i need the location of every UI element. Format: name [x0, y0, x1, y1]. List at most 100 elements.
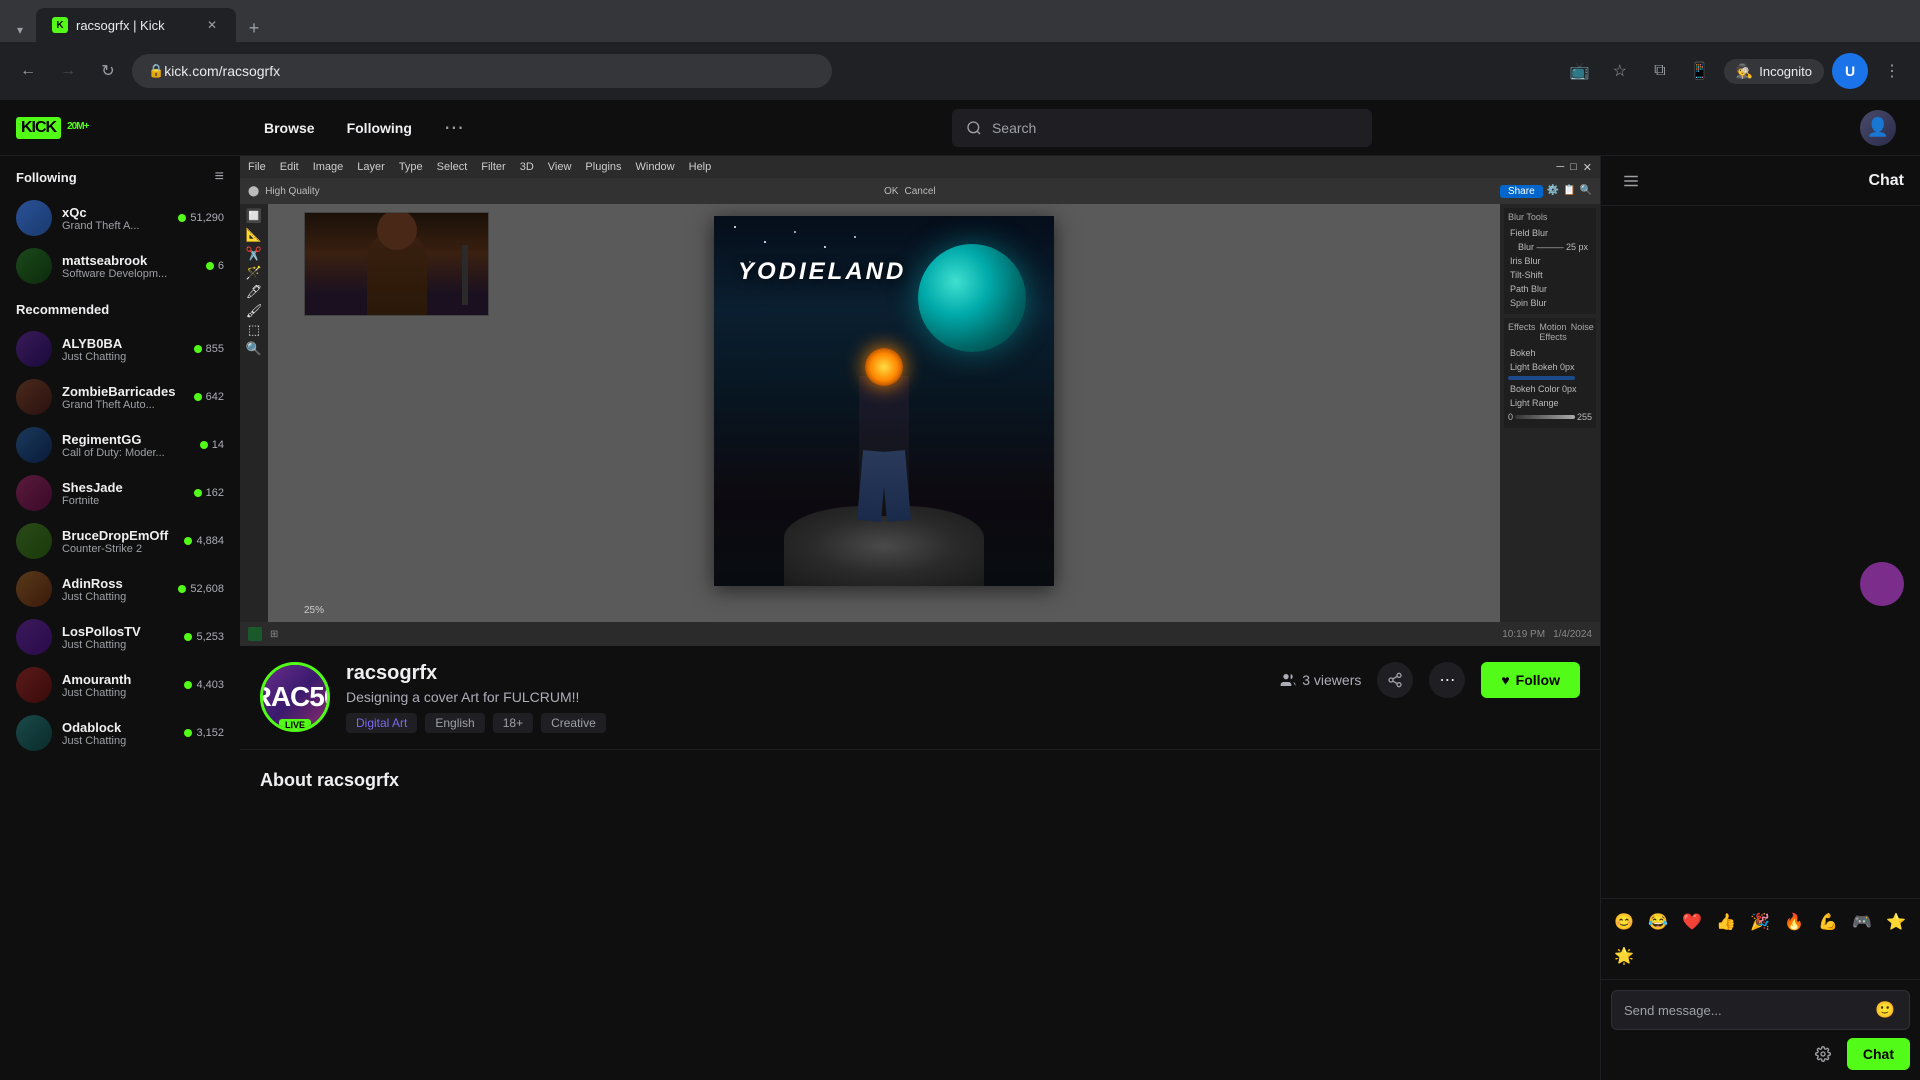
viewers-zombie: 642 [194, 391, 224, 403]
emote-btn-4[interactable]: 👍 [1711, 907, 1741, 937]
chat-send-button[interactable]: Chat [1847, 1038, 1910, 1070]
sidebar-item-odablock[interactable]: Odablock Just Chatting 3,152 [0, 709, 240, 757]
sidebar-item-bruce[interactable]: BruceDropEmOff Counter-Strike 2 4,884 [0, 517, 240, 565]
video-player[interactable]: FileEditImageLayerTypeSelectFilter3DView… [240, 156, 1600, 646]
live-dot-3 [194, 345, 202, 353]
iris-blur-option[interactable]: Iris Blur [1508, 254, 1592, 268]
emote-picker-btn[interactable]: 🙂 [1873, 998, 1897, 1022]
emote-btn-2[interactable]: 😂 [1643, 907, 1673, 937]
stream-title: Designing a cover Art for FULCRUM!! [346, 689, 1264, 705]
chrome-profile-btn[interactable]: U [1832, 53, 1868, 89]
more-nav-btn[interactable]: ⋯ [444, 115, 464, 140]
sidebar-item-xqc[interactable]: xQc Grand Theft A... 51,290 [0, 194, 240, 242]
emote-btn-5[interactable]: 🎉 [1745, 907, 1775, 937]
sidebar-info-bruce: BruceDropEmOff Counter-Strike 2 [62, 528, 174, 555]
avatar-adinross [16, 571, 52, 607]
tilt-shift-option[interactable]: Tilt-Shift [1508, 268, 1592, 282]
more-options-btn[interactable]: ⋯ [1429, 662, 1465, 698]
sidebar-item-lospollos[interactable]: LosPollosTV Just Chatting 5,253 [0, 613, 240, 661]
following-collapse-btn[interactable]: ≡ [215, 168, 224, 186]
user-profile-btn[interactable]: 👤 [1860, 110, 1896, 146]
field-blur-option[interactable]: Field Blur [1508, 226, 1592, 240]
tag-18plus[interactable]: 18+ [493, 713, 533, 733]
viewers-count: 3 viewers [1280, 672, 1361, 688]
ps-left-tools: 🔲📐✂️🪄🖊🖌⬚🔍 [240, 204, 268, 622]
tag-digital-art[interactable]: Digital Art [346, 713, 417, 733]
live-dot-10 [184, 681, 192, 689]
viewers-mattseabrook: 6 [206, 260, 224, 272]
chat-input-box[interactable]: Send message... 🙂 [1611, 990, 1910, 1030]
ps-share-btn[interactable]: Share [1500, 185, 1543, 198]
device-icon[interactable]: 📱 [1684, 55, 1716, 87]
sidebar-item-amouranth[interactable]: Amouranth Just Chatting 4,403 [0, 661, 240, 709]
main-content: Browse Following ⋯ Search 👤 [240, 100, 1920, 1080]
char-head-glow [865, 348, 903, 386]
emote-btn-6[interactable]: 🔥 [1779, 907, 1809, 937]
emote-btn-3[interactable]: ❤️ [1677, 907, 1707, 937]
emote-btn-10[interactable]: 🌟 [1609, 941, 1639, 971]
character [824, 326, 944, 586]
emote-btn-8[interactable]: 🎮 [1847, 907, 1877, 937]
following-title: Following [16, 170, 77, 185]
bookmark-star-icon[interactable]: ☆ [1604, 55, 1636, 87]
search-bar[interactable]: Search [952, 109, 1372, 147]
spin-blur-option[interactable]: Spin Blur [1508, 296, 1592, 310]
emote-btn-1[interactable]: 😊 [1609, 907, 1639, 937]
ps-zoom-label: 25% [304, 605, 324, 616]
emote-btn-7[interactable]: 💪 [1813, 907, 1843, 937]
incognito-badge[interactable]: 🕵️ Incognito [1724, 59, 1824, 84]
kick-logo[interactable]: KICK 20M+ [16, 117, 88, 139]
sidebar-item-shesjade[interactable]: ShesJade Fortnite 162 [0, 469, 240, 517]
active-tab[interactable]: K racsogrfx | Kick ✕ [36, 8, 236, 42]
follow-button[interactable]: ♥ Follow [1481, 662, 1580, 698]
tag-english[interactable]: English [425, 713, 484, 733]
bokeh-slider[interactable] [1508, 376, 1575, 380]
viewers-bruce: 4,884 [184, 535, 224, 547]
sidebar-item-zombie[interactable]: ZombieBarricades Grand Theft Auto... 642 [0, 373, 240, 421]
avatar-bruce [16, 523, 52, 559]
tab-list-btn[interactable]: ▾ [8, 18, 32, 42]
search-placeholder: Search [992, 120, 1036, 136]
sidebar-item-regiment[interactable]: RegimentGG Call of Duty: Moder... 14 [0, 421, 240, 469]
blur-slider: Blur ——— 25 px [1516, 240, 1592, 254]
share-btn[interactable] [1377, 662, 1413, 698]
path-blur-option[interactable]: Path Blur [1508, 282, 1592, 296]
live-dot [178, 214, 186, 222]
more-options-icon[interactable]: ⋮ [1876, 55, 1908, 87]
chat-messages-area [1609, 214, 1912, 614]
media-icon[interactable]: 📺 [1564, 55, 1596, 87]
viewers-icon [1280, 672, 1296, 688]
tag-creative[interactable]: Creative [541, 713, 606, 733]
stars [734, 226, 736, 228]
back-button[interactable]: ← [12, 55, 44, 87]
ps-canvas-area: YODIELAND [268, 204, 1500, 622]
content-area: FileEditImageLayerTypeSelectFilter3DView… [240, 156, 1920, 1080]
tab-close-btn[interactable]: ✕ [204, 17, 220, 33]
sidebar-item-alyb0ba[interactable]: ALYB0BA Just Chatting 855 [0, 325, 240, 373]
reload-button[interactable]: ↻ [92, 55, 124, 87]
forward-button[interactable]: → [52, 55, 84, 87]
chat-menu-btn[interactable] [1617, 167, 1645, 195]
browse-link[interactable]: Browse [264, 120, 315, 136]
browser-chrome: ▾ K racsogrfx | Kick ✕ + ← → ↻ 🔒 kick.co… [0, 0, 1920, 100]
following-link[interactable]: Following [347, 120, 412, 136]
sidebar-info-xqc: xQc Grand Theft A... [62, 205, 168, 232]
photoshop-ui: FileEditImageLayerTypeSelectFilter3DView… [240, 156, 1600, 646]
sidebar-item-adinross[interactable]: AdinRoss Just Chatting 52,608 [0, 565, 240, 613]
chat-user-avatar[interactable] [1860, 562, 1904, 606]
chat-settings-btn[interactable] [1807, 1038, 1839, 1070]
sidebar-item-mattseabrook[interactable]: mattseabrook Software Developm... 6 [0, 242, 240, 290]
new-tab-button[interactable]: + [240, 14, 268, 42]
ps-status-bar: ⊞ 10:19 PM 1/4/2024 [240, 622, 1600, 646]
rocks-base [784, 506, 984, 586]
chat-body[interactable] [1601, 206, 1920, 898]
light-range-slider: 0 255 [1508, 412, 1592, 422]
emote-btn-9[interactable]: ⭐ [1881, 907, 1911, 937]
address-bar[interactable]: 🔒 kick.com/racsogrfx [132, 54, 832, 88]
sidebar-info-regiment: RegimentGG Call of Duty: Moder... [62, 432, 190, 459]
browser-tabs: ▾ K racsogrfx | Kick ✕ + [0, 0, 1920, 42]
live-dot-2 [206, 262, 214, 270]
about-section: About racsogrfx [240, 750, 1600, 811]
extensions-icon[interactable]: ⧉ [1644, 55, 1676, 87]
sidebar-info-mattseabrook: mattseabrook Software Developm... [62, 253, 196, 280]
